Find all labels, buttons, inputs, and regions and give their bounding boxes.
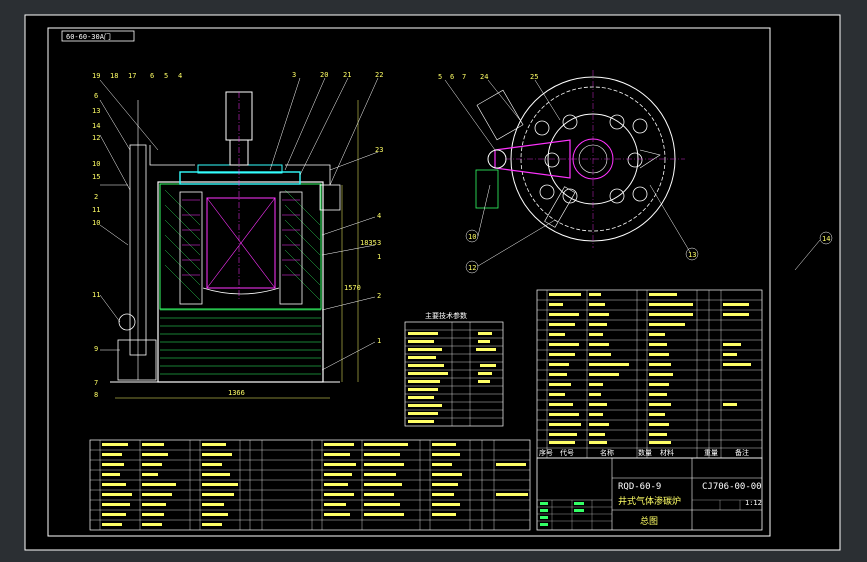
col-note: 备注 <box>735 448 749 457</box>
callout-12: 12 <box>92 134 100 142</box>
callout-21: 21 <box>343 71 351 79</box>
callout-r12: 12 <box>468 264 476 272</box>
callout-4b: 4 <box>377 212 381 220</box>
callout-14: 14 <box>92 122 100 130</box>
callout-2b: 2 <box>377 292 381 300</box>
col-qty: 数量 <box>638 448 652 457</box>
sheet-background <box>24 14 841 551</box>
cad-viewport[interactable]: 60-60-30A门 1366 1835 1570 19 18 17 6 5 4… <box>0 0 867 562</box>
dim-height-right: 1835 <box>360 239 377 247</box>
callout-11: 11 <box>92 206 100 214</box>
col-weight: 重量 <box>704 449 718 457</box>
dim-height-inner: 1570 <box>344 284 361 292</box>
parts-header: 序号 代号 名称 数量 材料 重量 备注 <box>539 448 749 457</box>
drawing-number: CJ706-00-00 <box>702 482 762 492</box>
callout-11b: 11 <box>92 291 100 299</box>
callout-r24: 24 <box>480 73 488 81</box>
callout-10: 10 <box>92 160 100 168</box>
callout-19: 19 <box>92 72 100 80</box>
callout-r7: 7 <box>462 73 466 81</box>
callout-10b: 10 <box>92 219 100 227</box>
callout-2: 2 <box>94 193 98 201</box>
drawing-name: 井式气体渗碳炉 <box>618 495 681 507</box>
callout-1a: 1 <box>377 253 381 261</box>
callout-17: 17 <box>128 72 136 80</box>
spec-table-title: 主要技术参数 <box>425 311 467 320</box>
callout-3: 3 <box>292 71 296 79</box>
callout-18: 18 <box>110 72 118 80</box>
col-material: 材料 <box>660 448 674 457</box>
callout-7: 7 <box>94 379 98 387</box>
callout-8: 8 <box>94 391 98 399</box>
callout-3b: 3 <box>377 239 381 247</box>
callout-r5: 5 <box>438 73 442 81</box>
callout-6: 6 <box>150 72 154 80</box>
sheet-title: 总图 <box>640 515 658 527</box>
drawing-tab-label: 60-60-30A门 <box>66 32 111 41</box>
callout-6b: 6 <box>94 92 98 100</box>
callout-9: 9 <box>94 345 98 353</box>
callout-20: 20 <box>320 71 328 79</box>
col-seq: 序号 <box>539 448 553 457</box>
drawing-sheet: 60-60-30A门 1366 1835 1570 19 18 17 6 5 4… <box>24 14 841 551</box>
callout-r10: 10 <box>468 233 476 241</box>
model-number: RQD-60-9 <box>618 482 661 492</box>
col-name: 名称 <box>600 448 614 457</box>
callout-r14: 14 <box>822 235 830 243</box>
col-code: 代号 <box>560 448 574 457</box>
callout-r25: 25 <box>530 73 538 81</box>
callout-5: 5 <box>164 72 168 80</box>
scale-value: 1:12 <box>745 499 762 507</box>
callout-15: 15 <box>92 173 100 181</box>
callout-13: 13 <box>92 107 100 115</box>
callout-r6: 6 <box>450 73 454 81</box>
dim-width: 1366 <box>228 389 245 397</box>
callout-r13: 13 <box>688 251 696 259</box>
callout-23: 23 <box>375 146 383 154</box>
callout-4: 4 <box>178 72 182 80</box>
callout-1b: 1 <box>377 337 381 345</box>
callout-22: 22 <box>375 71 383 79</box>
